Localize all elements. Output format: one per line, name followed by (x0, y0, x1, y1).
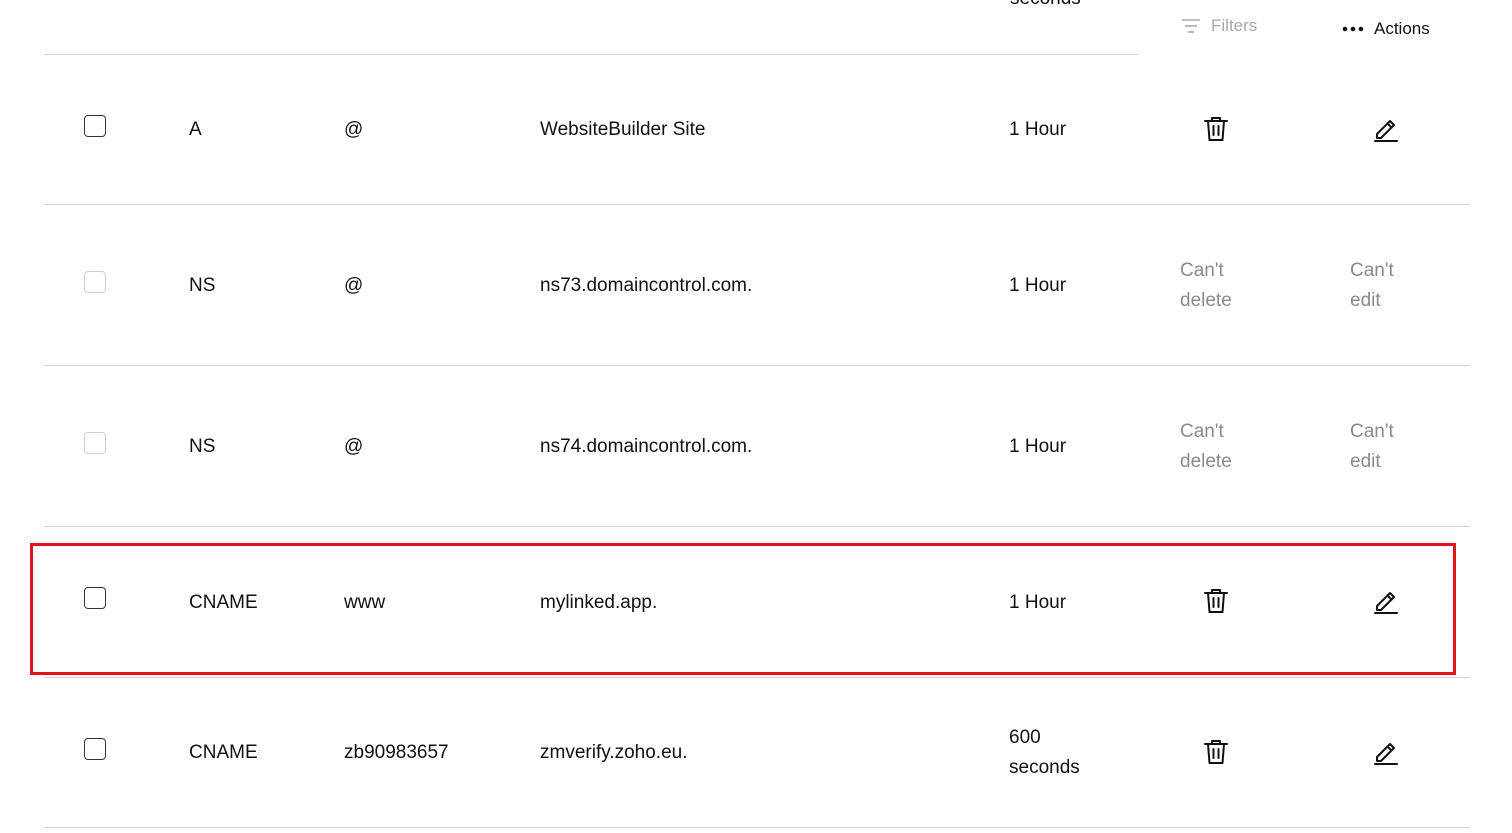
filter-lines-icon (1181, 18, 1201, 34)
more-horizontal-icon (1342, 25, 1364, 33)
record-data: zmverify.zoho.eu. (540, 742, 688, 763)
row-checkbox (84, 432, 106, 454)
record-ttl: 1 Hour (1009, 592, 1067, 613)
row-checkbox[interactable] (84, 115, 106, 137)
row-checkbox (84, 271, 106, 293)
filters-label: Filters (1211, 16, 1258, 35)
record-name: zb90983657 (344, 742, 449, 763)
dns-record-row: A @ WebsiteBuilder Site 1 Hour (44, 55, 1470, 205)
cant-edit-text: Can't edit (1350, 260, 1394, 311)
dns-records-page: seconds Filters Actions A @ WebsiteBuild… (0, 0, 1512, 833)
record-ttl: 1 Hour (1009, 436, 1067, 457)
edit-button[interactable] (1372, 738, 1400, 766)
actions-label: Actions (1374, 19, 1430, 38)
record-data: ns74.domaincontrol.com. (540, 436, 753, 457)
record-name: @ (344, 275, 364, 296)
record-type: CNAME (189, 592, 258, 613)
delete-button[interactable] (1202, 115, 1230, 143)
pencil-icon (1372, 743, 1400, 770)
delete-button[interactable] (1202, 738, 1230, 766)
record-data: ns73.domaincontrol.com. (540, 275, 753, 296)
row-checkbox[interactable] (84, 738, 106, 760)
record-type: NS (189, 275, 216, 296)
record-data: WebsiteBuilder Site (540, 119, 706, 140)
record-type: NS (189, 436, 216, 457)
record-ttl: 1 Hour (1009, 119, 1067, 140)
cant-delete-text: Can't delete (1180, 421, 1232, 472)
record-name: @ (344, 436, 364, 457)
dns-record-row: CNAME www mylinked.app. 1 Hour (44, 527, 1470, 678)
dns-record-row: NS @ ns73.domaincontrol.com. 1 Hour Can'… (44, 205, 1470, 366)
trash-icon (1202, 589, 1230, 619)
trash-icon (1202, 740, 1230, 770)
record-ttl: 1 Hour (1009, 275, 1067, 296)
dns-record-row: CNAME zb90983657 zmverify.zoho.eu. 600 s… (44, 678, 1470, 828)
actions-button[interactable]: Actions (1342, 19, 1430, 39)
record-name: @ (344, 119, 364, 140)
record-data: mylinked.app. (540, 592, 658, 613)
cant-edit-text: Can't edit (1350, 421, 1394, 472)
edit-button[interactable] (1372, 115, 1400, 143)
clipped-ttl-text: seconds (1010, 0, 1081, 10)
pencil-icon (1372, 120, 1400, 147)
record-ttl: 600 seconds (1009, 727, 1080, 778)
delete-button[interactable] (1202, 587, 1230, 615)
dns-record-row: NS @ ns74.domaincontrol.com. 1 Hour Can'… (44, 366, 1470, 527)
filters-button[interactable]: Filters (1181, 16, 1257, 36)
pencil-icon (1372, 592, 1400, 619)
record-type: A (189, 119, 202, 140)
cant-delete-text: Can't delete (1180, 260, 1232, 311)
trash-icon (1202, 117, 1230, 147)
record-type: CNAME (189, 742, 258, 763)
row-checkbox[interactable] (84, 587, 106, 609)
record-name: www (344, 592, 386, 613)
edit-button[interactable] (1372, 587, 1400, 615)
